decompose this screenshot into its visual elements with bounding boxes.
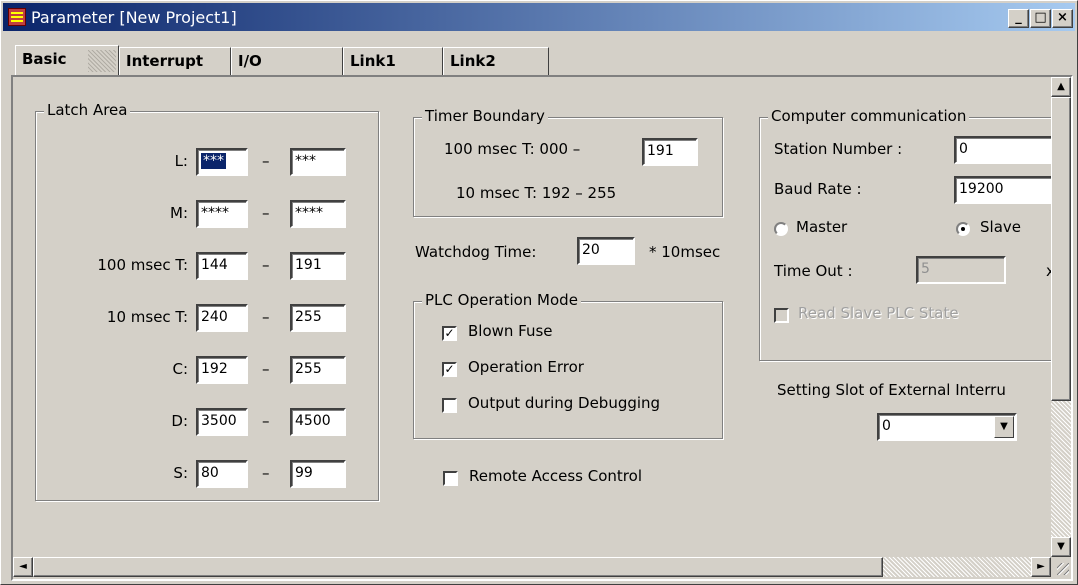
latch-l-to-field[interactable]: *** <box>290 148 346 176</box>
read-slave-label[interactable]: Read Slave PLC State <box>798 304 959 322</box>
latch-s-from-field[interactable]: 80 <box>196 460 248 488</box>
resize-grip[interactable] <box>1051 557 1071 577</box>
window-title: Parameter [New Project1] <box>31 8 237 27</box>
latch-m-to-field[interactable]: **** <box>290 200 346 228</box>
latch-10ms-t-from-field[interactable]: 240 <box>196 304 248 332</box>
time-out-field[interactable]: 5 <box>916 256 1006 284</box>
external-interrupt-label: Setting Slot of External Interru <box>777 381 1006 399</box>
latch-c-to-field[interactable]: 255 <box>290 356 346 384</box>
title-bar[interactable]: Parameter [New Project1] _ □ × <box>3 3 1075 31</box>
timer-100ms-label: 100 msec T: 000 – <box>444 140 581 158</box>
timer-boundary-group: Timer Boundary 100 msec T: 000 – 191 10 … <box>413 107 723 217</box>
chevron-down-icon[interactable]: ▼ <box>994 416 1014 438</box>
vertical-scrollbar[interactable]: ▲ ▼ <box>1051 77 1071 557</box>
latch-m-from-field[interactable]: **** <box>196 200 248 228</box>
latch-10ms-t-label: 10 msec T: <box>106 308 188 326</box>
remote-access-checkbox[interactable] <box>443 471 458 486</box>
station-number-label: Station Number : <box>774 140 903 158</box>
minimize-button[interactable]: _ <box>1008 9 1029 28</box>
external-interrupt-value: 0 <box>882 418 891 434</box>
computer-comm-group: Computer communication Station Number : … <box>759 107 1069 361</box>
tab-basic[interactable]: Basic <box>15 45 119 76</box>
output-debugging-label[interactable]: Output during Debugging <box>468 394 660 412</box>
latch-d-to-field[interactable]: 4500 <box>290 408 346 436</box>
latch-c-from-field[interactable]: 192 <box>196 356 248 384</box>
horizontal-scrollbar[interactable]: ◄ ► <box>13 557 1051 577</box>
latch-d-dash: – <box>262 412 270 430</box>
latch-c-dash: – <box>262 360 270 378</box>
close-button[interactable]: × <box>1052 9 1073 28</box>
scroll-down-icon[interactable]: ▼ <box>1051 537 1071 557</box>
latch-100ms-t-to-field[interactable]: 191 <box>290 252 346 280</box>
timer-10ms-label: 10 msec T: 192 – 255 <box>456 184 617 202</box>
latch-d-label: D: <box>171 412 188 430</box>
latch-s-to-field[interactable]: 99 <box>290 460 346 488</box>
panel-content: Latch Area L: *** – *** M: **** – **** 1… <box>13 77 1069 557</box>
operation-error-checkbox[interactable]: ✓ <box>442 362 457 377</box>
latch-d-from-field[interactable]: 3500 <box>196 408 248 436</box>
plc-mode-group: PLC Operation Mode ✓ Blown Fuse ✓ Operat… <box>413 291 723 439</box>
basic-panel: Latch Area L: *** – *** M: **** – **** 1… <box>11 75 1073 581</box>
latch-10ms-t-to-field[interactable]: 255 <box>290 304 346 332</box>
baud-rate-label: Baud Rate : <box>774 180 862 198</box>
latch-m-label: M: <box>170 204 188 222</box>
baud-rate-field[interactable]: 19200 <box>954 176 1064 204</box>
slave-label[interactable]: Slave <box>980 218 1021 236</box>
plc-mode-legend: PLC Operation Mode <box>422 291 581 309</box>
computer-comm-legend: Computer communication <box>768 107 970 125</box>
time-out-label: Time Out : <box>774 262 853 280</box>
latch-10ms-t-dash: – <box>262 308 270 326</box>
scroll-right-icon[interactable]: ► <box>1031 557 1051 577</box>
operation-error-label[interactable]: Operation Error <box>468 358 584 376</box>
latch-l-dash: – <box>262 152 270 170</box>
latch-l-label: L: <box>174 152 188 170</box>
maximize-button[interactable]: □ <box>1030 9 1051 28</box>
vertical-scroll-thumb[interactable] <box>1051 97 1071 401</box>
blown-fuse-label[interactable]: Blown Fuse <box>468 322 553 340</box>
latch-s-dash: – <box>262 464 270 482</box>
app-icon[interactable] <box>8 8 26 26</box>
latch-c-label: C: <box>172 360 188 378</box>
watchdog-unit: * 10msec <box>649 243 721 261</box>
station-number-field[interactable]: 0 <box>954 136 1064 164</box>
blown-fuse-checkbox[interactable]: ✓ <box>442 326 457 341</box>
scroll-up-icon[interactable]: ▲ <box>1051 77 1071 97</box>
timer-boundary-legend: Timer Boundary <box>422 107 548 125</box>
latch-area-group: Latch Area L: *** – *** M: **** – **** 1… <box>35 101 379 501</box>
latch-100ms-t-from-field[interactable]: 144 <box>196 252 248 280</box>
remote-access-label[interactable]: Remote Access Control <box>469 467 642 485</box>
tab-link2[interactable]: Link2 <box>443 47 549 75</box>
latch-area-legend: Latch Area <box>44 101 131 119</box>
master-radio[interactable] <box>774 222 788 236</box>
read-slave-checkbox[interactable] <box>774 308 789 323</box>
master-label[interactable]: Master <box>796 218 847 236</box>
tab-io[interactable]: I/O <box>231 47 343 75</box>
latch-100ms-t-dash: – <box>262 256 270 274</box>
timer-100ms-end-field[interactable]: 191 <box>642 138 698 166</box>
latch-m-dash: – <box>262 204 270 222</box>
tab-interrupt[interactable]: Interrupt <box>119 47 231 75</box>
external-interrupt-select[interactable]: 0 ▼ <box>877 413 1017 441</box>
tab-link1[interactable]: Link1 <box>343 47 443 75</box>
parameter-window: Parameter [New Project1] _ □ × Basic Int… <box>0 0 1078 585</box>
output-debugging-checkbox[interactable] <box>442 398 457 413</box>
slave-radio[interactable] <box>956 222 970 236</box>
latch-s-label: S: <box>173 464 188 482</box>
latch-100ms-t-label: 100 msec T: <box>97 256 188 274</box>
watchdog-label: Watchdog Time: <box>415 243 537 261</box>
latch-l-from-field[interactable]: *** <box>196 148 248 176</box>
watchdog-field[interactable]: 20 <box>577 237 635 265</box>
horizontal-scroll-thumb[interactable] <box>33 557 883 577</box>
scroll-left-icon[interactable]: ◄ <box>13 557 33 577</box>
